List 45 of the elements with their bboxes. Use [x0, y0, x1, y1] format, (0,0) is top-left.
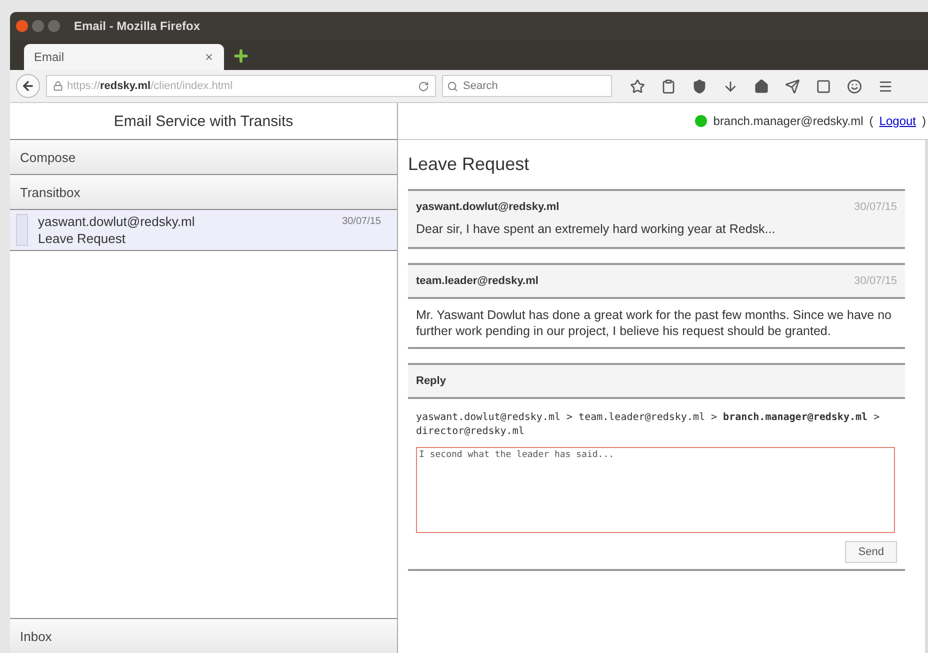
sender: yaswant.dowlut@redsky.ml [416, 201, 560, 213]
sender: team.leader@redsky.ml [416, 275, 538, 287]
item-marker [16, 214, 28, 246]
send-icon[interactable] [785, 78, 800, 94]
square-icon[interactable] [816, 78, 831, 94]
date: 30/07/15 [854, 201, 897, 213]
sender: yaswant.dowlut@redsky.ml [38, 214, 196, 229]
lock-icon [53, 81, 63, 91]
clipboard-icon[interactable] [661, 78, 676, 94]
section-header[interactable]: Compose [10, 140, 397, 175]
date: 30/07/15 [854, 275, 897, 287]
window-title: Email - Mozilla Firefox [74, 19, 200, 33]
parenthesis: ( [869, 114, 874, 128]
send-button[interactable]: Send [845, 541, 897, 563]
section-header[interactable]: Transitbox [10, 175, 397, 210]
recipient-route: yaswant.dowlut@redsky.ml > team.leader@redsky.ml > branch.manager@redsky.ml > director@redsky.ml [415, 411, 881, 439]
browser-tab[interactable]: Email [24, 44, 224, 70]
close-icon[interactable] [16, 20, 28, 32]
back-arrow-icon [21, 79, 35, 93]
message-item[interactable]: yaswant.dowlut@redsky.ml Leave Request 30/07/15 [10, 210, 397, 251]
reply-title: Reply [416, 375, 446, 387]
thread-title: Leave Request [408, 154, 530, 175]
message-card[interactable]: team.leader@redsky.ml 30/07/15 Mr. Yaswant Dowlut has done a great work for the past few months. Since we have no further work pending in our project, I believe his request should be granted. [408, 263, 905, 349]
close-icon[interactable] [204, 52, 214, 62]
section-header[interactable]: Inbox [10, 618, 397, 653]
download-icon[interactable] [723, 78, 738, 94]
message-body: Mr. Yaswant Dowlut has done a great work for the past few months. Since we have no further work pending in our project, I believe his request should be granted. [415, 307, 892, 340]
star-icon[interactable] [630, 78, 645, 94]
address-field[interactable]: https://redsky.ml/client/index.html [46, 75, 436, 97]
smiley-icon[interactable] [847, 78, 862, 94]
search-field[interactable]: Search [442, 75, 612, 97]
date: 30/07/15 [342, 216, 381, 227]
message-card[interactable]: yaswant.dowlut@redsky.ml 30/07/15 Dear sir, I have spent an extremely hard working year at Redsk... [408, 189, 905, 249]
back-button[interactable] [16, 74, 40, 98]
subject: Leave Request [38, 231, 126, 246]
shield-icon[interactable] [692, 78, 707, 94]
menu-icon[interactable] [878, 78, 893, 94]
user-email: branch.manager@redsky.ml [713, 114, 864, 128]
message-preview: Dear sir, I have spent an extremely hard working year at Redsk... [416, 221, 776, 237]
logout-link[interactable]: Logout [879, 114, 916, 128]
reply-field[interactable]: I second what the leader has said... [416, 447, 895, 533]
reload-icon[interactable] [418, 80, 429, 92]
parenthesis: ) [922, 114, 926, 128]
new-tab-icon[interactable] [232, 47, 250, 65]
home-icon[interactable] [754, 78, 769, 94]
